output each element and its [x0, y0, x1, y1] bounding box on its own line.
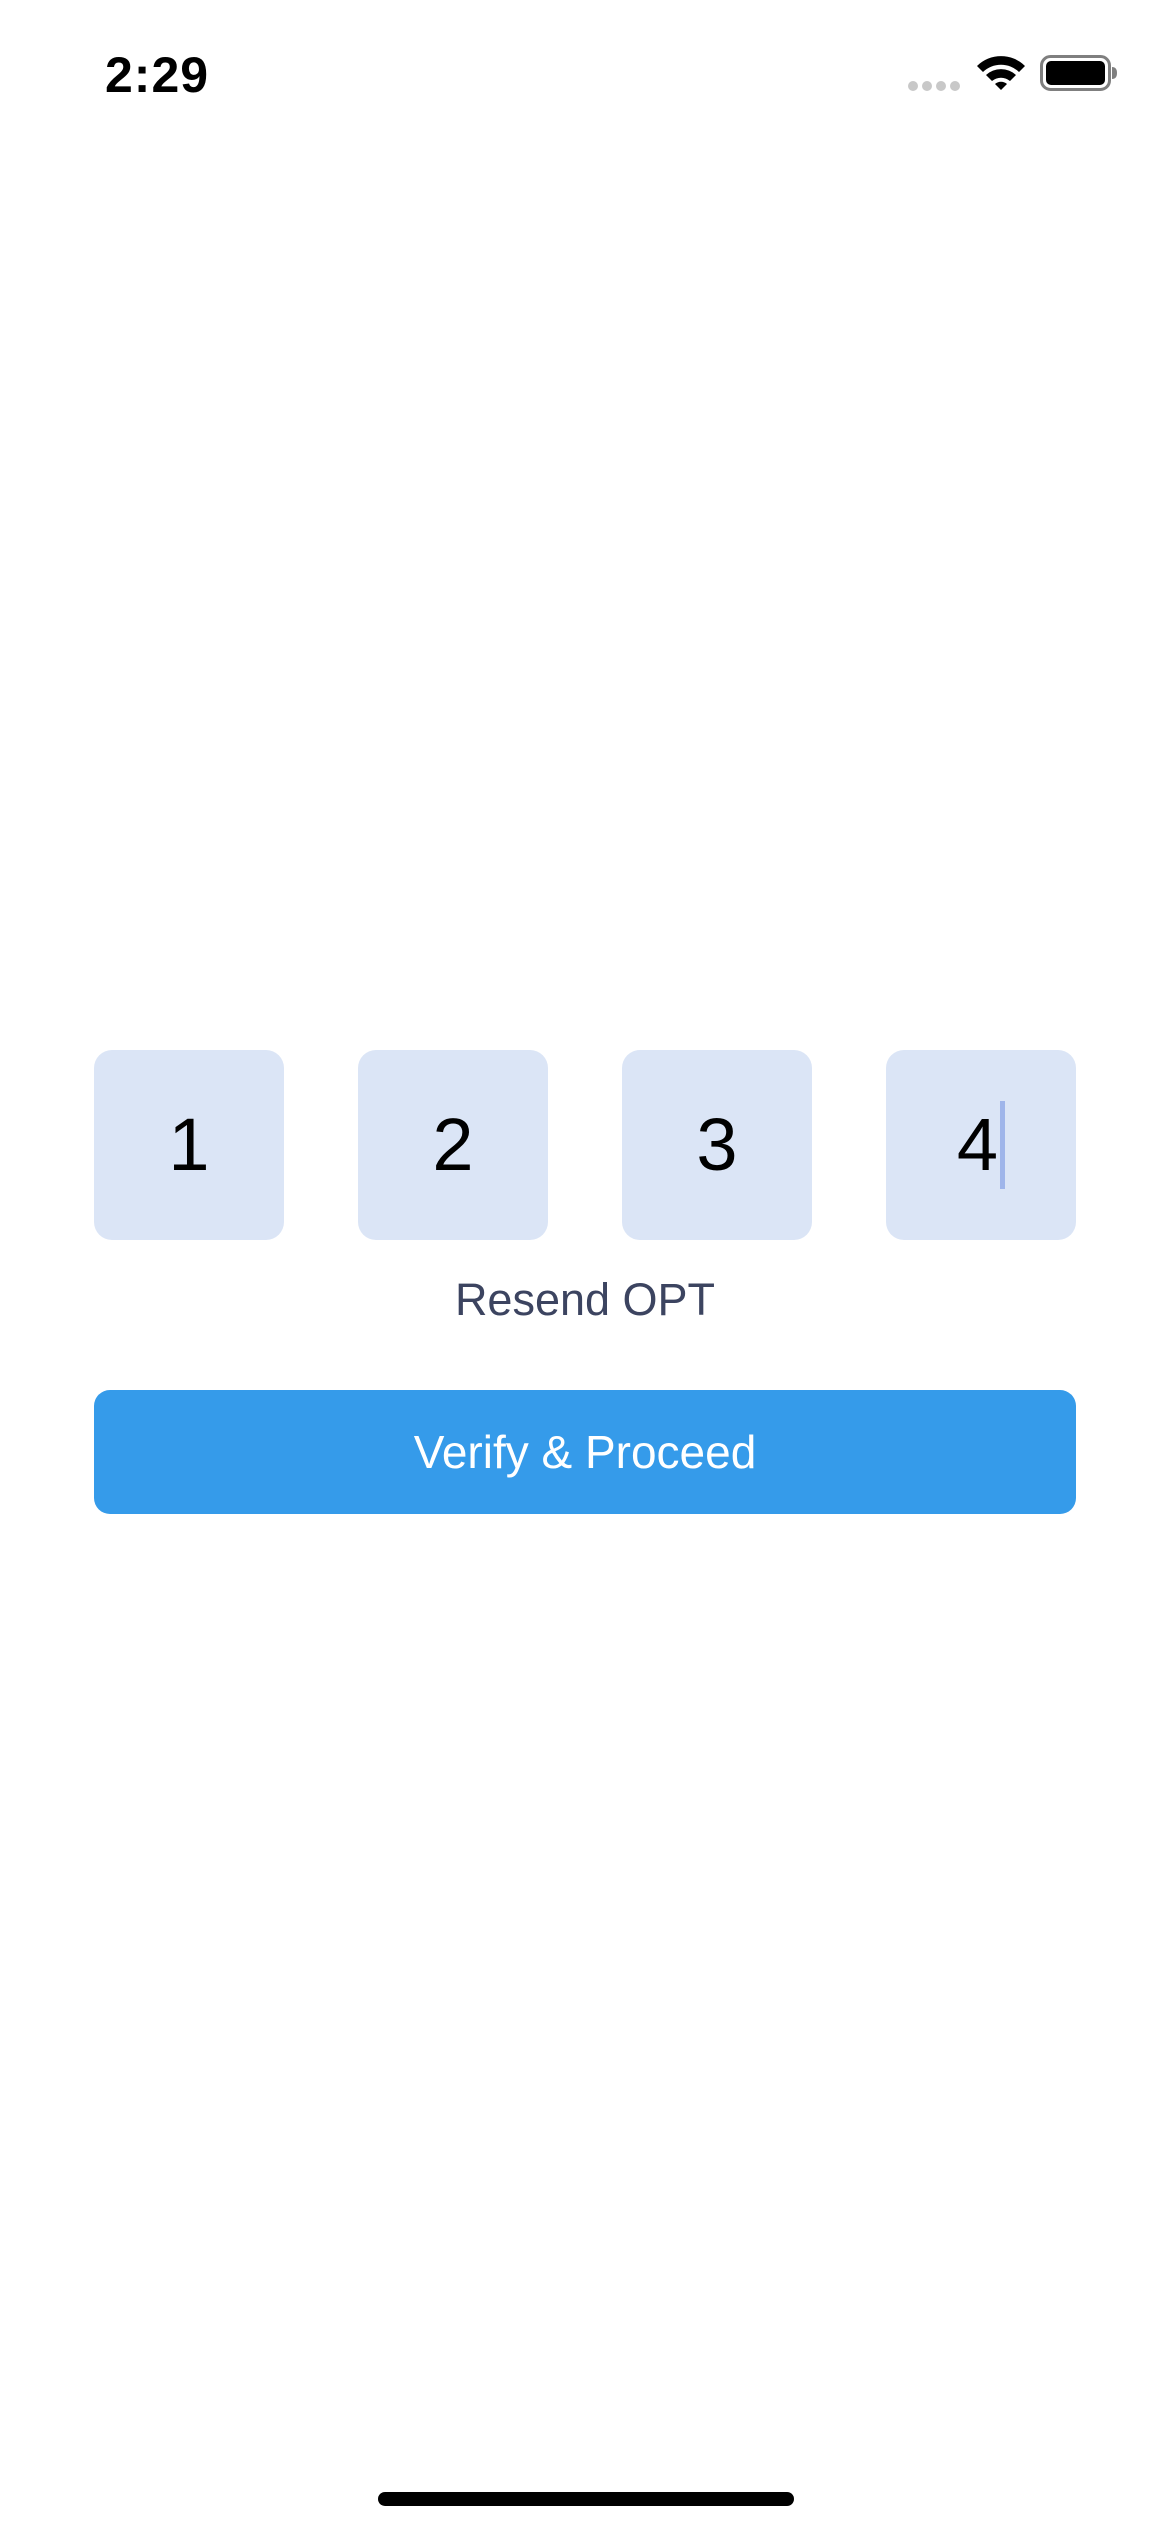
- otp-digit-box-3[interactable]: 3: [622, 1050, 812, 1240]
- otp-input-row: 1 2 3 4: [94, 1050, 1076, 1240]
- otp-digit-3: 3: [696, 1103, 738, 1186]
- wifi-icon: [977, 56, 1025, 90]
- verify-proceed-label: Verify & Proceed: [413, 1426, 757, 1478]
- otp-digit-box-1[interactable]: 1: [94, 1050, 284, 1240]
- battery-icon: [1040, 55, 1117, 91]
- otp-digit-box-4[interactable]: 4: [886, 1050, 1076, 1240]
- otp-digit-2: 2: [432, 1103, 474, 1186]
- otp-digit-box-2[interactable]: 2: [358, 1050, 548, 1240]
- cellular-signal-icon: [908, 81, 960, 91]
- verify-proceed-button[interactable]: Verify & Proceed: [94, 1390, 1076, 1514]
- status-time: 2:29: [105, 47, 210, 103]
- otp-digit-4: 4: [956, 1103, 999, 1186]
- text-cursor: [1000, 1101, 1006, 1189]
- resend-otp-link[interactable]: Resend OPT: [0, 1270, 1170, 1330]
- otp-verification-screen: 2:29 1 2 3 4 Resend OPT Verify & Proceed: [0, 0, 1170, 2532]
- otp-digit-1: 1: [168, 1103, 210, 1186]
- home-indicator[interactable]: [378, 2492, 794, 2506]
